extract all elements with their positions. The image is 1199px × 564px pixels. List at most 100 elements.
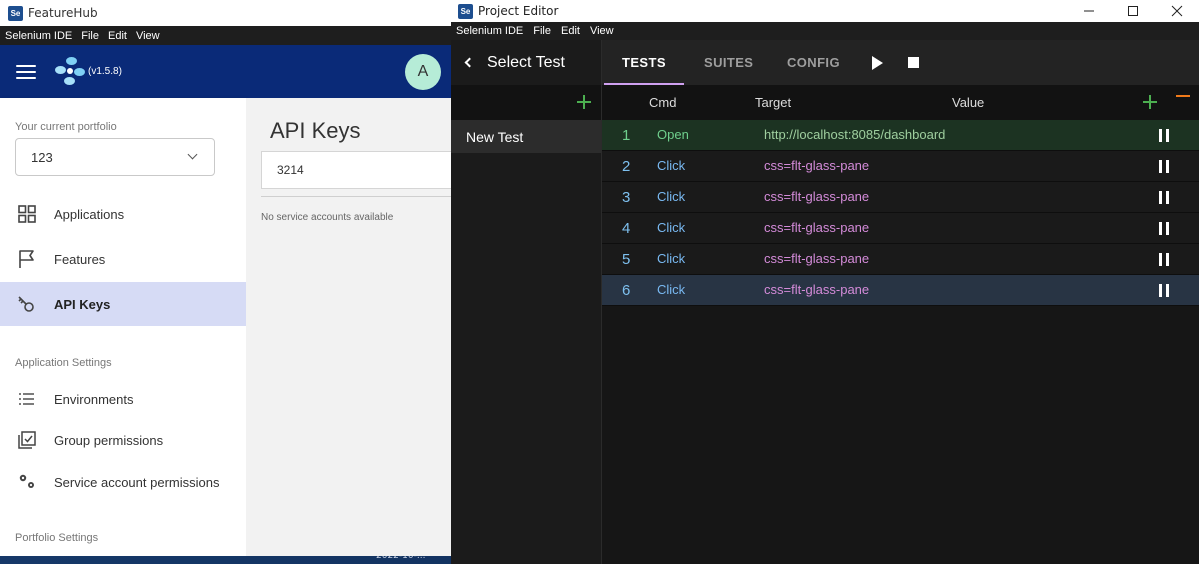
- row-command: Open: [657, 127, 689, 142]
- menu-edit[interactable]: Edit: [108, 30, 127, 42]
- tab-config[interactable]: CONFIG: [787, 40, 840, 85]
- nav-item-label: Group permissions: [54, 432, 164, 448]
- breakpoint-pause-icon[interactable]: [1159, 129, 1169, 142]
- command-list: 1 Open http://localhost:8085/dashboard 2…: [602, 120, 1199, 306]
- test-editor-panel: TESTS SUITES CONFIG Cmd Target Value 1 O…: [602, 40, 1199, 564]
- list-icon: [17, 389, 37, 409]
- table-row[interactable]: 5 Click css=flt-glass-pane: [602, 244, 1199, 275]
- nav-item-environments[interactable]: Environments: [0, 378, 246, 420]
- row-number: 6: [622, 282, 631, 299]
- breakpoint-pause-icon[interactable]: [1159, 253, 1169, 266]
- application-settings-heading: Application Settings: [15, 357, 112, 369]
- flag-icon: [17, 249, 37, 269]
- breakpoint-pause-icon[interactable]: [1159, 284, 1169, 297]
- portfolio-select[interactable]: 123: [15, 138, 215, 176]
- table-row[interactable]: 1 Open http://localhost:8085/dashboard: [602, 120, 1199, 151]
- stop-icon[interactable]: [908, 57, 919, 68]
- row-number: 3: [622, 189, 631, 206]
- key-icon: [17, 294, 37, 314]
- portfolio-value: 123: [31, 149, 53, 165]
- featurehub-logo-icon: [54, 56, 86, 88]
- nav-item-label: Applications: [54, 206, 125, 222]
- row-number: 1: [622, 127, 631, 144]
- nav-item-features[interactable]: Features: [0, 238, 246, 280]
- user-avatar[interactable]: A: [405, 54, 441, 90]
- nav-item-group-permissions[interactable]: Group permissions: [0, 419, 246, 461]
- nav-item-label: API Keys: [54, 296, 111, 312]
- table-row[interactable]: 3 Click css=flt-glass-pane: [602, 182, 1199, 213]
- menu-view[interactable]: View: [590, 25, 614, 37]
- table-row[interactable]: 6 Click css=flt-glass-pane: [602, 275, 1199, 306]
- menu-file[interactable]: File: [533, 25, 551, 37]
- menu-selenium-ide[interactable]: Selenium IDE: [5, 30, 72, 42]
- row-number: 5: [622, 251, 631, 268]
- select-test-label: Select Test: [487, 53, 565, 71]
- row-command: Click: [657, 251, 686, 266]
- command-table-header: Cmd Target Value: [602, 85, 1199, 120]
- api-keys-search-input[interactable]: 3214: [261, 151, 451, 189]
- chevron-left-icon: [464, 57, 475, 68]
- checkbox-icon: [17, 430, 37, 450]
- test-list-item[interactable]: New Test: [451, 120, 601, 153]
- selenium-ide-window: Se Project Editor Selenium IDE File Edit…: [451, 0, 1199, 564]
- nav-item-label: Service account permissions: [54, 474, 220, 490]
- selenium-app-icon: Se: [458, 3, 473, 19]
- page-title: API Keys: [270, 118, 361, 143]
- table-row[interactable]: 4 Click css=flt-glass-pane: [602, 213, 1199, 244]
- nav-item-label: Features: [54, 251, 106, 267]
- chevron-down-icon: [187, 149, 198, 160]
- selenium-menubar: Selenium IDE File Edit View: [451, 22, 1199, 40]
- row-target: http://localhost:8085/dashboard: [764, 127, 946, 142]
- menu-edit[interactable]: Edit: [561, 25, 580, 37]
- play-icon[interactable]: [872, 56, 883, 70]
- featurehub-sidebar: Your current portfolio 123 Applications …: [0, 98, 246, 556]
- featurehub-titlebar[interactable]: Se FeatureHub: [0, 0, 451, 26]
- nav-item-label: Environments: [54, 391, 134, 407]
- featurehub-window: Se FeatureHub Selenium IDE File Edit Vie…: [0, 0, 451, 556]
- nav-item-applications[interactable]: Applications: [0, 193, 246, 235]
- window-title: Project Editor: [478, 4, 559, 18]
- portfolio-settings-heading: Portfolio Settings: [15, 532, 99, 544]
- grid-icon: [17, 204, 37, 224]
- add-command-plus-icon[interactable]: [1143, 95, 1157, 109]
- row-target: css=flt-glass-pane: [764, 189, 870, 204]
- portfolio-label: Your current portfolio: [15, 121, 117, 133]
- menu-file[interactable]: File: [81, 30, 99, 42]
- test-list-toolbar: [451, 85, 601, 120]
- table-row[interactable]: 2 Click css=flt-glass-pane: [602, 151, 1199, 182]
- row-command: Click: [657, 282, 686, 297]
- add-test-plus-icon[interactable]: [577, 95, 591, 109]
- nav-item-api-keys[interactable]: API Keys: [0, 282, 246, 326]
- nav-item-service-account-permissions[interactable]: Service account permissions: [0, 461, 246, 503]
- remove-command-minus-icon[interactable]: [1176, 95, 1190, 97]
- breakpoint-pause-icon[interactable]: [1159, 222, 1169, 235]
- row-target: css=flt-glass-pane: [764, 220, 870, 235]
- breakpoint-pause-icon[interactable]: [1159, 160, 1169, 173]
- selenium-titlebar[interactable]: Se Project Editor: [451, 0, 1199, 22]
- row-number: 2: [622, 158, 631, 175]
- editor-tabs: TESTS SUITES CONFIG: [602, 40, 1199, 85]
- close-icon[interactable]: [1155, 0, 1199, 22]
- column-header-cmd: Cmd: [649, 95, 677, 110]
- row-number: 4: [622, 220, 631, 237]
- row-target: css=flt-glass-pane: [764, 158, 870, 173]
- test-list-panel: Select Test New Test: [451, 40, 602, 564]
- select-test-button[interactable]: Select Test: [451, 40, 601, 85]
- menu-view[interactable]: View: [136, 30, 160, 42]
- empty-state-message: No service accounts available: [261, 212, 394, 223]
- row-target: css=flt-glass-pane: [764, 282, 870, 297]
- tab-suites[interactable]: SUITES: [704, 40, 753, 85]
- app-version: (v1.5.8): [88, 66, 122, 77]
- selenium-app-icon: Se: [8, 5, 23, 21]
- breakpoint-pause-icon[interactable]: [1159, 191, 1169, 204]
- row-command: Click: [657, 220, 686, 235]
- row-command: Click: [657, 158, 686, 173]
- tab-tests[interactable]: TESTS: [604, 40, 684, 85]
- row-command: Click: [657, 189, 686, 204]
- window-title: FeatureHub: [28, 6, 98, 20]
- menu-selenium-ide[interactable]: Selenium IDE: [456, 25, 523, 37]
- divider: [261, 196, 451, 197]
- maximize-icon[interactable]: [1111, 0, 1155, 22]
- hamburger-menu-icon[interactable]: [16, 64, 36, 79]
- minimize-icon[interactable]: [1067, 0, 1111, 22]
